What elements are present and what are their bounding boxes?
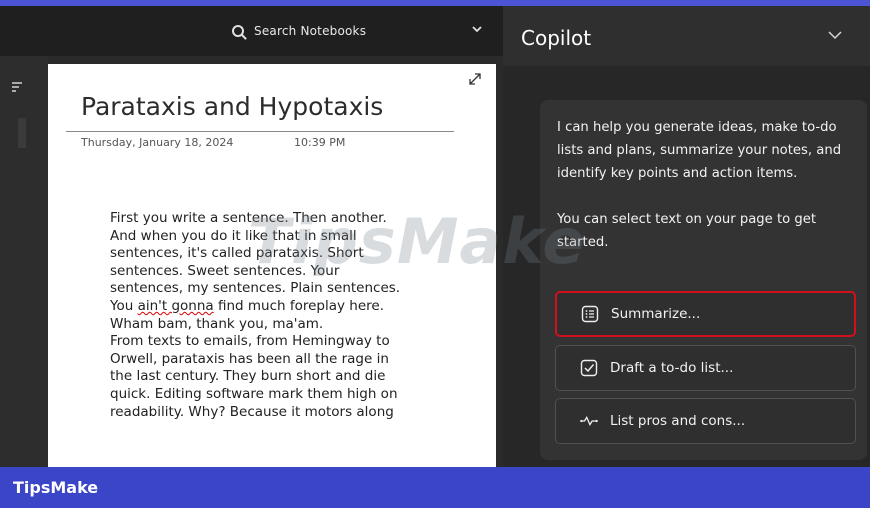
note-line-prefix: You bbox=[110, 297, 138, 314]
page-title[interactable]: Parataxis and Hypotaxis bbox=[81, 92, 383, 121]
note-line: Wham bam, thank you, ma'am. bbox=[110, 315, 324, 332]
search-placeholder: Search Notebooks bbox=[254, 24, 367, 38]
copilot-message: I can help you generate ideas, make to-d… bbox=[557, 116, 857, 277]
page-date: Thursday, January 18, 2024 bbox=[81, 136, 234, 149]
note-line: You ain't gonna find much foreplay here. bbox=[110, 298, 428, 316]
note-line: sentences, my sentences. Plain sentences… bbox=[110, 280, 401, 297]
expand-icon[interactable] bbox=[468, 72, 482, 86]
note-line: First you write a sentence. Then another… bbox=[110, 210, 387, 226]
pros-cons-button[interactable]: List pros and cons... bbox=[555, 398, 856, 444]
draft-todo-button[interactable]: Draft a to-do list... bbox=[555, 345, 856, 391]
search-bar: Search Notebooks bbox=[0, 6, 503, 56]
spelling-error[interactable]: ain't gonna bbox=[138, 298, 214, 314]
footer-bar: TipsMake bbox=[0, 467, 870, 508]
pros-cons-label: List pros and cons... bbox=[610, 413, 746, 429]
pulse-icon bbox=[580, 412, 598, 430]
checkbox-icon bbox=[580, 359, 598, 377]
sidebar-tab[interactable] bbox=[18, 118, 26, 148]
app-window: Search Notebooks Parataxis and Hypotaxis… bbox=[0, 0, 870, 508]
copilot-pane: Copilot I can help you generate ideas, m… bbox=[503, 6, 870, 467]
note-line: sentences, it's called parataxis. Short bbox=[110, 245, 364, 262]
sort-icon[interactable] bbox=[12, 82, 22, 92]
copilot-title: Copilot bbox=[521, 26, 592, 50]
search-icon bbox=[232, 25, 244, 37]
footer-brand: TipsMake bbox=[13, 478, 99, 497]
note-line: From texts to emails, from Hemingway to bbox=[110, 333, 390, 350]
note-page[interactable]: Parataxis and Hypotaxis Thursday, Januar… bbox=[48, 64, 496, 467]
copilot-message-hint: You can select text on your page to get … bbox=[557, 212, 817, 250]
copilot-message-intro: I can help you generate ideas, make to-d… bbox=[557, 120, 842, 181]
copilot-header: Copilot bbox=[503, 6, 870, 66]
note-line: sentences. Sweet sentences. Your bbox=[110, 262, 340, 279]
note-line-rest: find much foreplay here. bbox=[213, 297, 385, 314]
note-line: the last century. They burn short and di… bbox=[110, 368, 386, 385]
search-input[interactable]: Search Notebooks bbox=[222, 18, 492, 44]
note-body[interactable]: First you write a sentence. Then another… bbox=[110, 210, 428, 421]
note-line: quick. Editing software mark them high o… bbox=[110, 385, 398, 402]
notebook-pane: Search Notebooks Parataxis and Hypotaxis… bbox=[0, 6, 503, 467]
note-line: readability. Why? Because it motors alon… bbox=[110, 403, 394, 420]
list-icon bbox=[581, 305, 599, 323]
title-divider bbox=[66, 131, 454, 132]
copilot-card: I can help you generate ideas, make to-d… bbox=[540, 100, 867, 460]
summarize-button[interactable]: Summarize... bbox=[555, 291, 856, 337]
page-time: 10:39 PM bbox=[294, 136, 346, 149]
draft-todo-label: Draft a to-do list... bbox=[610, 360, 734, 376]
note-line: Orwell, parataxis has been all the rage … bbox=[110, 350, 389, 367]
chevron-down-icon[interactable] bbox=[472, 24, 482, 34]
summarize-label: Summarize... bbox=[611, 306, 701, 322]
note-line: And when you do it like that in small bbox=[110, 227, 357, 244]
chevron-down-icon[interactable] bbox=[828, 30, 842, 40]
